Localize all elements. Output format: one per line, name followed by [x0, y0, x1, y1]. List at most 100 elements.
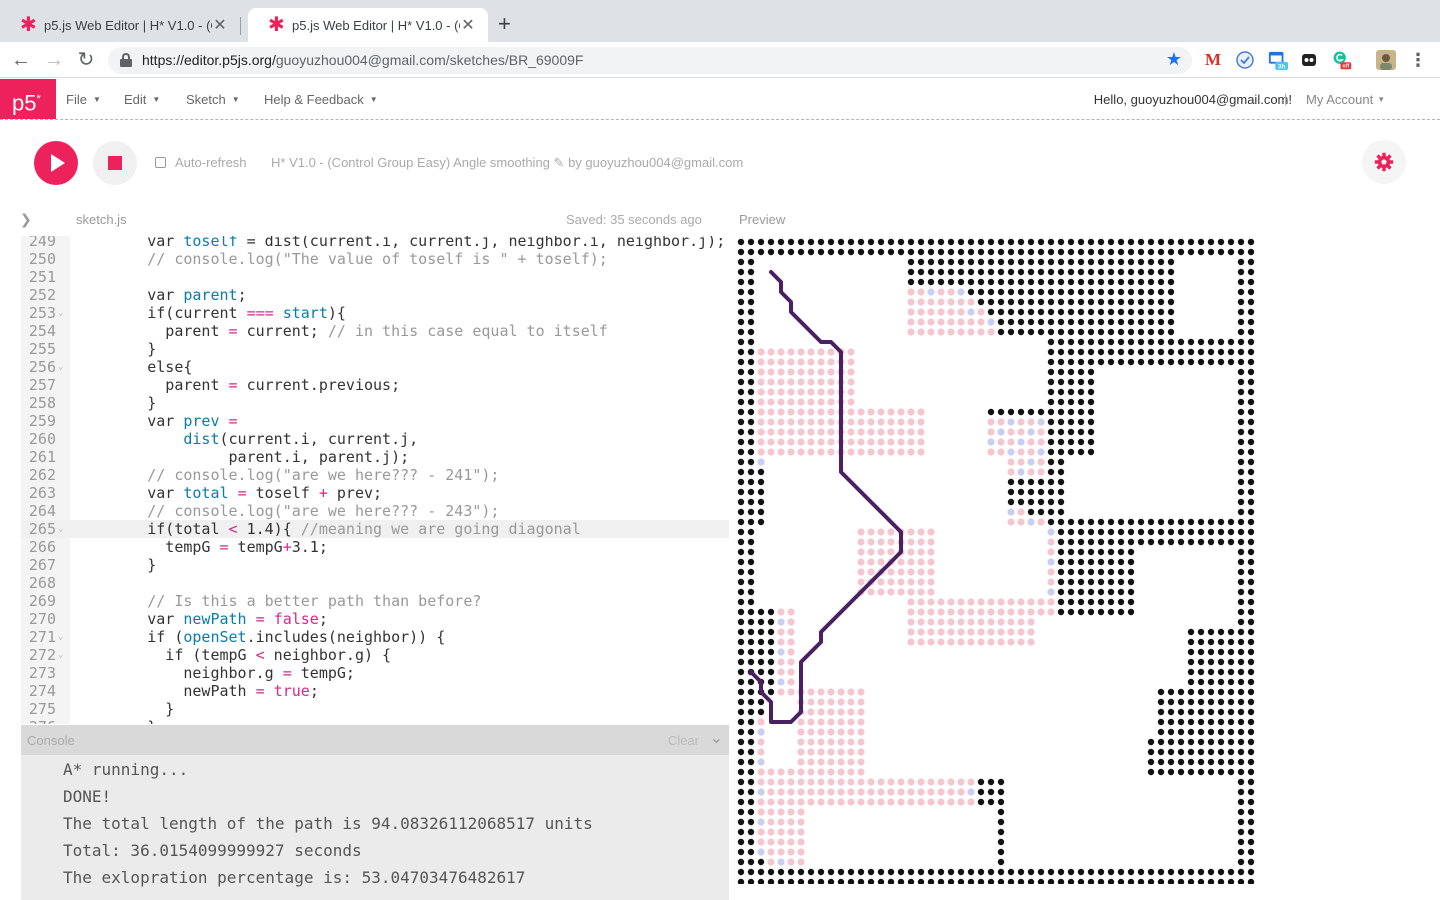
play-button[interactable] [34, 141, 78, 185]
wall-cell [1237, 538, 1245, 546]
closed-set-cell [857, 528, 865, 536]
code-line[interactable]: 260 dist(current.i, current.j, [21, 430, 729, 448]
menu-sketch[interactable]: Sketch ▼ [186, 92, 240, 107]
new-tab-button[interactable]: + [498, 12, 511, 36]
close-tab-icon[interactable]: ✕ [460, 15, 476, 35]
fold-chevron-icon[interactable]: ⌄ [58, 646, 63, 664]
code-line[interactable]: 263 var total = toself + prev; [21, 484, 729, 502]
code-line[interactable]: 271 ⌄ if (openSet.includes(neighbor)) { [21, 628, 729, 646]
code-line[interactable]: 273 neighbor.g = tempG; [21, 664, 729, 682]
line-number: 268 [28, 574, 56, 592]
reload-icon[interactable]: ↻ [74, 48, 98, 72]
closed-set-cell [857, 548, 865, 556]
grammarly-icon[interactable]: off [1332, 50, 1352, 70]
profile-avatar[interactable] [1376, 50, 1396, 70]
wall-cell [1237, 268, 1245, 276]
expand-sidebar-icon[interactable]: ❯ [20, 211, 32, 228]
wall-cell [1087, 368, 1095, 376]
console-clear-button[interactable]: Clear [668, 733, 699, 748]
code-line[interactable]: 264 // console.log("are we here??? - 243… [21, 502, 729, 520]
closed-set-cell [997, 438, 1005, 446]
sketch-preview-canvas[interactable] [735, 236, 1257, 884]
back-icon[interactable]: ← [9, 48, 33, 72]
closed-set-cell [817, 358, 825, 366]
code-line[interactable]: 251 [21, 268, 729, 286]
wall-cell [1077, 528, 1085, 536]
menu-file[interactable]: File ▼ [66, 92, 101, 107]
bookmark-star-icon[interactable]: ★ [1166, 49, 1182, 70]
code-line[interactable]: 255 } [21, 340, 729, 358]
browser-menu-icon[interactable]: ⋮ [1408, 50, 1428, 70]
code-line[interactable]: 276 } [21, 718, 729, 724]
settings-button[interactable] [1362, 140, 1406, 184]
edit-pencil-icon[interactable]: ✎ [554, 155, 565, 170]
code-editor[interactable]: 249 var toself = dist(current.i, current… [21, 236, 729, 724]
wall-cell [1157, 728, 1165, 736]
stop-button[interactable] [93, 141, 137, 185]
forward-icon[interactable]: → [42, 48, 66, 72]
autorefresh-toggle[interactable]: Auto-refresh [155, 155, 247, 170]
wall-cell [1127, 588, 1135, 596]
code-line[interactable]: 252 var parent; [21, 286, 729, 304]
code-line[interactable]: 269 // Is this a better path than before… [21, 592, 729, 610]
lock-icon [120, 53, 132, 67]
wall-cell [1137, 288, 1145, 296]
my-account-menu[interactable]: My Account ▼ [1306, 92, 1385, 107]
code-line[interactable]: 270 var newPath = false; [21, 610, 729, 628]
menu-help[interactable]: Help & Feedback ▼ [264, 92, 378, 107]
code-text: neighbor.g = tempG; [75, 664, 355, 682]
wall-cell [907, 878, 915, 884]
collapse-console-icon[interactable]: ⌄ [710, 728, 723, 748]
code-line[interactable]: 272 ⌄ if (tempG < neighbor.g) { [21, 646, 729, 664]
wall-cell [1017, 268, 1025, 276]
code-line[interactable]: 256 ⌄ else{ [21, 358, 729, 376]
wall-cell [1017, 238, 1025, 246]
closed-set-cell [817, 788, 825, 796]
gmail-icon[interactable]: M [1203, 50, 1223, 70]
code-line[interactable]: 253 ⌄ if(current === start){ [21, 304, 729, 322]
code-line[interactable]: 261 parent.i, parent.j); [21, 448, 729, 466]
menu-edit[interactable]: Edit ▼ [124, 92, 160, 107]
wall-cell [737, 478, 745, 486]
wall-cell [1127, 338, 1135, 346]
wall-cell [1247, 418, 1255, 426]
code-line[interactable]: 267 } [21, 556, 729, 574]
code-line[interactable]: 250 // console.log("The value of toself … [21, 250, 729, 268]
code-line[interactable]: 262 // console.log("are we here??? - 241… [21, 466, 729, 484]
shield-icon[interactable] [1235, 50, 1255, 70]
extension-icon[interactable] [1299, 50, 1319, 70]
fold-chevron-icon[interactable]: ⌄ [58, 628, 63, 646]
closed-set-cell [907, 298, 915, 306]
code-line[interactable]: 265 ⌄ if(total < 1.4){ //meaning we are g… [21, 520, 729, 538]
wall-cell [1227, 518, 1235, 526]
code-line[interactable]: 274 newPath = true; [21, 682, 729, 700]
closed-set-cell [777, 378, 785, 386]
browser-tab-2[interactable]: ✱ p5.js Web Editor | H* V1.0 - (Co ✕ [248, 8, 488, 42]
code-line[interactable]: 268 [21, 574, 729, 592]
fold-chevron-icon[interactable]: ⌄ [58, 358, 63, 376]
p5-logo[interactable]: p5* [0, 79, 56, 119]
close-tab-icon[interactable]: ✕ [212, 15, 228, 35]
wall-cell [1057, 358, 1065, 366]
fold-chevron-icon[interactable]: ⌄ [58, 520, 63, 538]
fold-chevron-icon[interactable]: ⌄ [58, 304, 63, 322]
code-line[interactable]: 259 var prev = [21, 412, 729, 430]
console-line: Total: 36.0154099999927 seconds [63, 841, 362, 860]
sketch-title[interactable]: H* V1.0 - (Control Group Easy) Angle smo… [271, 155, 743, 171]
code-line[interactable]: 257 parent = current.previous; [21, 376, 729, 394]
code-line[interactable]: 249 var toself = dist(current.i, current… [21, 236, 729, 250]
wall-cell [937, 268, 945, 276]
code-line[interactable]: 254 parent = current; // in this case eq… [21, 322, 729, 340]
closed-set-cell [827, 718, 835, 726]
calendar-icon[interactable]: 3h [1268, 50, 1288, 71]
wall-cell [927, 278, 935, 286]
browser-tab-1[interactable]: ✱ p5.js Web Editor | H* V1.0 - (Co ✕ [0, 8, 241, 42]
code-line[interactable]: 258 } [21, 394, 729, 412]
address-bar[interactable]: https://editor.p5js.org/guoyuzhou004@gma… [108, 47, 1192, 74]
closed-set-cell [797, 718, 805, 726]
code-line[interactable]: 266 tempG = tempG+3.1; [21, 538, 729, 556]
closed-set-cell [827, 708, 835, 716]
autorefresh-checkbox[interactable] [155, 157, 166, 168]
file-name[interactable]: sketch.js [76, 212, 127, 227]
code-line[interactable]: 275 } [21, 700, 729, 718]
